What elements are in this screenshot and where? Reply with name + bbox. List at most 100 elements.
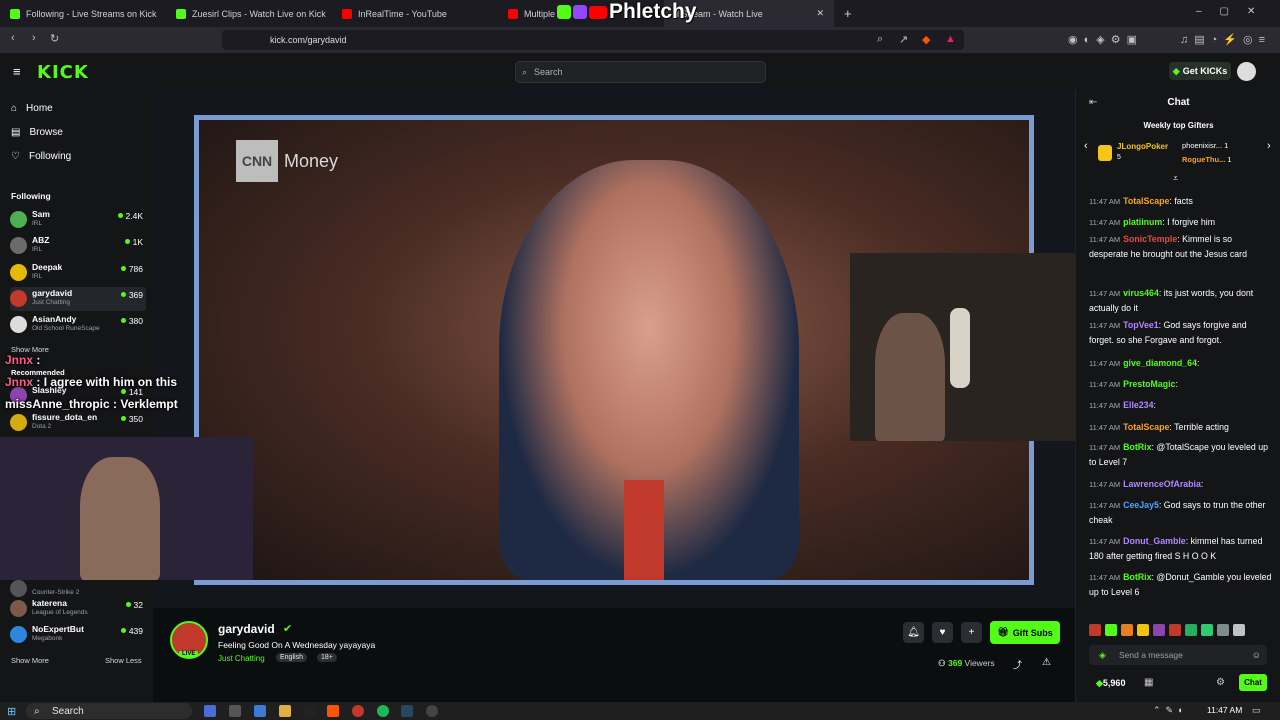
- browser-tab[interactable]: InRealTime - YouTube: [332, 0, 498, 27]
- search-input[interactable]: ⌕ Search: [515, 61, 766, 83]
- emote-icon[interactable]: [1137, 624, 1149, 636]
- emote-icon[interactable]: [1185, 624, 1197, 636]
- taskbar-search[interactable]: ⌕ Search: [26, 703, 192, 719]
- app-icon[interactable]: [352, 705, 364, 717]
- new-tab-button[interactable]: +: [834, 0, 858, 27]
- sidebar-item-garydavid[interactable]: garydavid Just Chatting 369: [10, 287, 146, 311]
- nav-home[interactable]: ⌂ Home: [11, 103, 53, 114]
- app-icon[interactable]: [254, 705, 266, 717]
- chat-username[interactable]: Donut_Gamble: [1123, 536, 1186, 546]
- show-less-button[interactable]: Show Less: [105, 656, 142, 665]
- browser-tab[interactable]: Following - Live Streams on Kick: [0, 0, 166, 27]
- report-icon[interactable]: ⚠: [1042, 657, 1051, 668]
- get-kicks-button[interactable]: ◆ Get KICKs: [1169, 62, 1231, 80]
- chat-username[interactable]: TopVee1: [1123, 320, 1159, 330]
- chat-username[interactable]: CeeJay5: [1123, 500, 1159, 510]
- chat-username[interactable]: SonicTemple: [1123, 234, 1177, 244]
- chat-username[interactable]: give_diamond_64: [1123, 358, 1197, 368]
- app-icon[interactable]: [204, 705, 216, 717]
- chat-username[interactable]: LawrenceOfArabia: [1123, 479, 1201, 489]
- nav-browse[interactable]: ▤ Browse: [11, 127, 63, 138]
- reload-icon[interactable]: ↻: [50, 32, 59, 45]
- user-avatar[interactable]: [1237, 62, 1256, 81]
- chat-username[interactable]: PrestoMagic: [1123, 379, 1175, 389]
- chat-username[interactable]: platiinum: [1123, 217, 1162, 227]
- window-controls[interactable]: –▢✕: [1196, 6, 1273, 17]
- browser-tab[interactable]: Multiple St: [498, 0, 558, 27]
- chat-settings-icon[interactable]: ⚙: [1216, 677, 1225, 688]
- notification-button[interactable]: 🔔︎: [903, 622, 924, 643]
- sidebar-item-noexpertbut[interactable]: NoExpertBut Megabonk 439: [10, 623, 146, 647]
- steam-icon[interactable]: [401, 705, 413, 717]
- gifter-row[interactable]: phoenixisr... 1: [1182, 141, 1228, 150]
- emote-icon[interactable]: [1121, 624, 1133, 636]
- share-icon[interactable]: ⤴: [1013, 658, 1022, 671]
- gifter-row[interactable]: RogueThu... 1: [1182, 155, 1232, 164]
- leaderboard-icon[interactable]: ▦: [1144, 677, 1153, 688]
- emote-bar[interactable]: [1089, 624, 1273, 638]
- emote-icon[interactable]: [1153, 624, 1165, 636]
- stream-category[interactable]: Just Chatting: [218, 654, 265, 663]
- windows-start-icon[interactable]: ⊞: [7, 705, 16, 718]
- chat-username[interactable]: TotalScape: [1123, 196, 1169, 206]
- app-icon[interactable]: [229, 705, 241, 717]
- chevron-left-icon[interactable]: ‹: [1084, 140, 1088, 152]
- chat-username[interactable]: BotRix: [1123, 442, 1151, 452]
- subscribe-button[interactable]: +: [961, 622, 982, 643]
- skeleton-decoration: [950, 308, 970, 388]
- follow-button[interactable]: ♥: [932, 622, 953, 643]
- extensions-icon[interactable]: ◉◐◈⚙▣: [1068, 33, 1143, 46]
- brave-shield-icon[interactable]: ◆: [922, 33, 930, 46]
- emote-icon[interactable]: [1089, 624, 1101, 636]
- heart-icon: ♥: [939, 627, 946, 638]
- streamer-webcam-overlay: [850, 253, 1075, 441]
- emote-icon[interactable]: [1233, 624, 1245, 636]
- back-icon[interactable]: ‹: [11, 32, 15, 44]
- sidebar-item-deepak[interactable]: Deepak IRL 786: [10, 261, 146, 285]
- url-field[interactable]: kick.com/garydavid: [222, 30, 964, 50]
- emoji-icon[interactable]: ☺: [1252, 650, 1261, 660]
- chat-username[interactable]: Elle234: [1123, 400, 1153, 410]
- tag-english[interactable]: English: [276, 653, 307, 662]
- streamer-name[interactable]: garydavid: [218, 622, 275, 636]
- chat-username[interactable]: BotRix: [1123, 572, 1151, 582]
- kicks-balance[interactable]: ◆5,960: [1096, 678, 1125, 689]
- rewards-icon[interactable]: ▲: [945, 33, 956, 45]
- gift-subs-button[interactable]: 🎁︎ Gift Subs: [990, 621, 1060, 644]
- emote-icon[interactable]: [1201, 624, 1213, 636]
- emote-icon[interactable]: [1105, 624, 1117, 636]
- kick-logo[interactable]: KICK: [37, 62, 89, 83]
- tray-icons[interactable]: ⌃✎◐: [1153, 705, 1189, 716]
- notification-icon[interactable]: ▭: [1252, 705, 1261, 716]
- spotify-icon[interactable]: [377, 705, 389, 717]
- hamburger-menu-icon[interactable]: ≡: [13, 64, 21, 79]
- chat-username[interactable]: TotalScape: [1123, 422, 1169, 432]
- chat-send-button[interactable]: Chat: [1239, 674, 1267, 691]
- chevron-right-icon[interactable]: ›: [1267, 140, 1271, 152]
- menu-icon[interactable]: ♫▤◔⚡◎≡: [1180, 33, 1271, 46]
- share-icon[interactable]: ↗: [899, 33, 908, 46]
- emote-icon[interactable]: [1169, 624, 1181, 636]
- sidebar-item-katerena[interactable]: katerena League of Legends 32: [10, 597, 146, 621]
- close-icon[interactable]: ✕: [816, 8, 824, 19]
- brave-icon[interactable]: [327, 705, 339, 717]
- chat-username[interactable]: virus464: [1123, 288, 1159, 298]
- sidebar-item-sam[interactable]: Sam IRL 2.4K: [10, 208, 146, 232]
- emote-icon[interactable]: [1217, 624, 1229, 636]
- pinned-toggle-icon[interactable]: ⩡: [1173, 173, 1178, 184]
- chat-message-input[interactable]: ◈ Send a message ☺: [1089, 645, 1267, 665]
- sidebar-item-fissure[interactable]: fissure_dota_en Dota 2 350: [10, 411, 146, 435]
- show-more-button[interactable]: Show More: [11, 656, 49, 665]
- sidebar-item-abz[interactable]: ABZ IRL 1K: [10, 234, 146, 258]
- folder-icon[interactable]: [279, 705, 291, 717]
- search-icon: ⌕: [34, 705, 40, 717]
- forward-icon[interactable]: ›: [32, 32, 36, 44]
- top-gifter[interactable]: JLongoPoker 5: [1098, 142, 1178, 166]
- browser-tab[interactable]: Zuesirl Clips - Watch Live on Kick: [166, 0, 332, 27]
- obs-icon[interactable]: [426, 705, 438, 717]
- app-icon[interactable]: [304, 705, 316, 717]
- sidebar-item-asianandy[interactable]: AsianAndy Old School RuneScape 380: [10, 313, 146, 337]
- tag-18plus[interactable]: 18+: [317, 653, 337, 662]
- nav-following[interactable]: ♡ Following: [11, 151, 71, 162]
- zoom-icon[interactable]: ⌕: [877, 33, 883, 46]
